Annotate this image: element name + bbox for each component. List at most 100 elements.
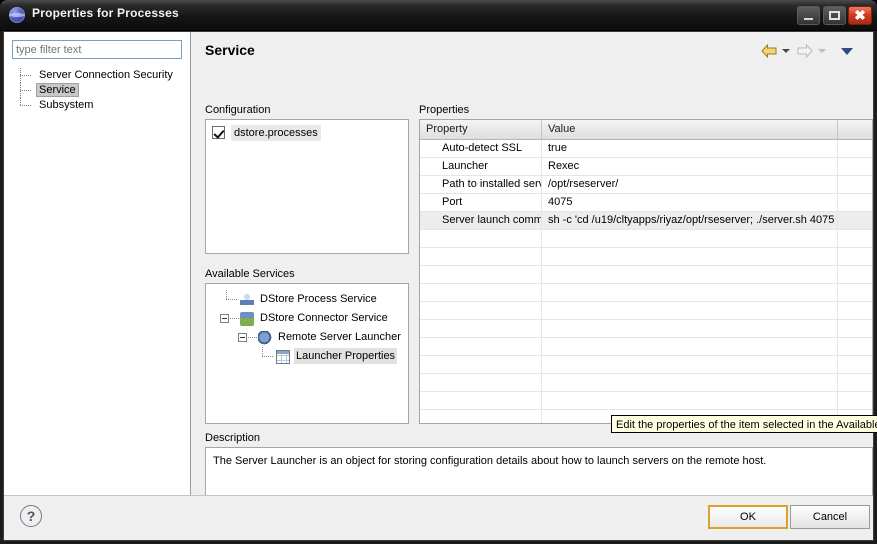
table-row-empty <box>420 374 872 392</box>
cell-empty <box>838 356 872 373</box>
cell-empty <box>838 284 872 301</box>
column-header-extra[interactable] <box>838 120 872 139</box>
table-row[interactable]: Auto-detect SSL true <box>420 140 872 158</box>
table-row[interactable]: Server launch comm sh -c 'cd /u19/cltyap… <box>420 212 872 230</box>
cell-empty <box>542 374 838 391</box>
cell-value[interactable]: 4075 <box>542 194 838 211</box>
cell-property: Auto-detect SSL <box>420 140 542 157</box>
cell-extra <box>838 212 872 229</box>
table-row[interactable]: Launcher Rexec <box>420 158 872 176</box>
properties-table[interactable]: Property Value Auto-detect SSL true Laun… <box>420 120 872 423</box>
minimize-button[interactable] <box>797 6 820 25</box>
dialog-button-bar: ? OK Cancel <box>4 495 873 540</box>
cancel-button[interactable]: Cancel <box>790 505 870 529</box>
close-icon: ✖ <box>849 7 871 24</box>
available-services-tree[interactable]: DStore Process Service DStore Connector … <box>205 283 409 424</box>
sidebar-item-service[interactable]: Service <box>14 83 189 98</box>
dstore-process-service-icon <box>240 293 254 307</box>
tree-guide-icon <box>20 83 34 98</box>
ok-button[interactable]: OK <box>708 505 788 529</box>
filter-input[interactable] <box>12 40 182 59</box>
cell-empty <box>838 374 872 391</box>
cell-value[interactable]: Rexec <box>542 158 838 175</box>
cell-extra <box>838 158 872 175</box>
tree-item-label: DStore Process Service <box>258 291 379 307</box>
properties-dialog-window: Properties for Processes ✖ Server Connec… <box>0 0 877 544</box>
table-row-empty <box>420 356 872 374</box>
configuration-group: Configuration dstore.processes <box>205 104 409 254</box>
forward-arrow-icon <box>797 44 813 58</box>
cell-empty <box>542 392 838 409</box>
page-menu-chevron-down-icon[interactable] <box>841 48 853 55</box>
back-arrow-icon[interactable] <box>761 44 777 58</box>
table-row-empty <box>420 320 872 338</box>
cell-property: Port <box>420 194 542 211</box>
configuration-item-label: dstore.processes <box>231 125 321 141</box>
tree-item-remote-server-launcher[interactable]: Remote Server Launcher <box>212 328 406 347</box>
dialog-client-area: Server Connection Security Service Subsy… <box>3 31 874 541</box>
cell-empty <box>420 248 542 265</box>
cell-value[interactable]: sh -c 'cd /u19/cltyapps/riyaz/opt/rseser… <box>542 212 838 229</box>
properties-group: Properties Property Value Auto-detect SS… <box>419 104 873 424</box>
cell-empty <box>420 230 542 247</box>
tree-item-dstore-process-service[interactable]: DStore Process Service <box>212 290 406 309</box>
cell-empty <box>838 320 872 337</box>
cell-empty <box>838 338 872 355</box>
cell-empty <box>542 284 838 301</box>
page-navigation-toolbar <box>759 40 865 62</box>
tree-item-label: Launcher Properties <box>294 348 397 364</box>
table-row[interactable]: Path to installed serv /opt/rseserver/ <box>420 176 872 194</box>
tree-item-label: DStore Connector Service <box>258 310 390 326</box>
column-header-property[interactable]: Property <box>420 120 542 139</box>
cell-empty <box>838 266 872 283</box>
cell-empty <box>542 248 838 265</box>
remote-server-launcher-icon <box>258 331 272 345</box>
maximize-button[interactable] <box>823 6 846 25</box>
column-header-value[interactable]: Value <box>542 120 838 139</box>
checkbox-checked-icon[interactable] <box>212 126 225 139</box>
cell-empty <box>838 392 872 409</box>
cell-property: Server launch comm <box>420 212 542 229</box>
dstore-connector-service-icon <box>240 312 254 326</box>
tree-item-dstore-connector-service[interactable]: DStore Connector Service <box>212 309 406 328</box>
tree-guide-icon <box>20 98 34 113</box>
configuration-list[interactable]: dstore.processes <box>205 119 409 254</box>
close-button[interactable]: ✖ <box>848 6 872 25</box>
table-row-empty <box>420 338 872 356</box>
tooltip-content: Edit the properties of the item selected… <box>611 415 877 433</box>
tree-item-launcher-properties[interactable]: Launcher Properties <box>212 347 406 366</box>
cell-empty <box>542 266 838 283</box>
tree-guide-icon <box>20 68 34 83</box>
cell-empty <box>542 230 838 247</box>
window-title: Properties for Processes <box>32 6 179 20</box>
description-group-label: Description <box>205 432 260 444</box>
table-row[interactable]: Port 4075 <box>420 194 872 212</box>
description-group: Description The Server Launcher is an ob… <box>205 432 873 504</box>
description-text: The Server Launcher is an object for sto… <box>213 454 866 468</box>
cell-empty <box>420 284 542 301</box>
table-header-row: Property Value <box>420 120 872 140</box>
title-bar[interactable]: Properties for Processes ✖ <box>0 0 877 31</box>
sidebar-item-server-connection-security[interactable]: Server Connection Security <box>14 68 189 83</box>
cell-value[interactable]: true <box>542 140 838 157</box>
cell-extra <box>838 140 872 157</box>
table-row-empty <box>420 392 872 410</box>
cell-empty <box>420 356 542 373</box>
properties-table-container[interactable]: Property Value Auto-detect SSL true Laun… <box>419 119 873 424</box>
cell-extra <box>838 194 872 211</box>
sidebar-item-label: Server Connection Security <box>36 69 176 81</box>
help-icon[interactable]: ? <box>20 505 42 527</box>
page-title: Service <box>205 42 255 58</box>
table-row-empty <box>420 230 872 248</box>
preferences-navigation-pane: Server Connection Security Service Subsy… <box>4 32 191 495</box>
sidebar-item-label: Service <box>36 83 79 97</box>
cell-empty <box>420 266 542 283</box>
cell-empty <box>420 302 542 319</box>
cell-empty <box>542 320 838 337</box>
preference-tree: Server Connection Security Service Subsy… <box>14 68 189 113</box>
cell-value[interactable]: /opt/rseserver/ <box>542 176 838 193</box>
back-chevron-down-icon[interactable] <box>782 49 790 53</box>
sidebar-item-subsystem[interactable]: Subsystem <box>14 98 189 113</box>
cell-property: Launcher <box>420 158 542 175</box>
cell-empty <box>420 320 542 337</box>
